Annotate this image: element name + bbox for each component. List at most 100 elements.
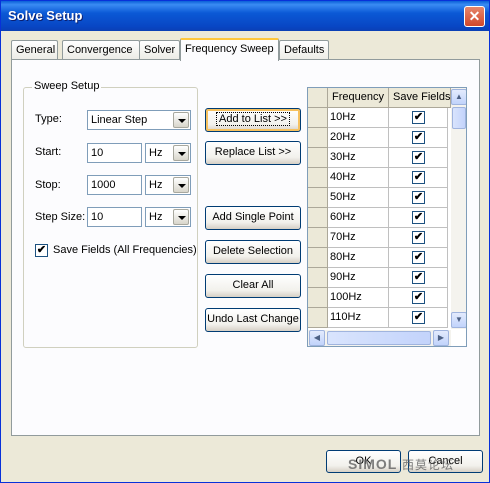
save-fields-cell[interactable]: ✔ [389, 168, 448, 188]
chevron-down-icon[interactable] [173, 145, 189, 161]
add-to-list-button[interactable]: Add to List >> [205, 108, 301, 132]
check-icon: ✔ [413, 231, 424, 243]
chevron-down-icon[interactable] [173, 112, 189, 128]
row-header[interactable] [308, 128, 328, 148]
row-header[interactable] [308, 268, 328, 288]
tab-defaults[interactable]: Defaults [279, 40, 329, 60]
row-header[interactable] [308, 168, 328, 188]
save-fields-row-checkbox[interactable]: ✔ [412, 271, 425, 284]
save-fields-cell[interactable]: ✔ [389, 128, 448, 148]
row-header[interactable] [308, 248, 328, 268]
tab-frequency-sweep[interactable]: Frequency Sweep [180, 38, 279, 61]
stop-unit-select[interactable]: Hz [145, 175, 191, 195]
scroll-right-button[interactable]: ▶ [433, 330, 449, 346]
vertical-scrollbar[interactable]: ▲ ▼ [451, 88, 466, 329]
chevron-down-icon[interactable] [173, 209, 189, 225]
scroll-right-icon: ▶ [437, 333, 445, 342]
frequency-cell[interactable]: 90Hz [328, 268, 389, 288]
table-row[interactable]: 110Hz ✔ [308, 308, 448, 328]
save-fields-row-checkbox[interactable]: ✔ [412, 311, 425, 324]
step-unit-select[interactable]: Hz [145, 207, 191, 227]
chevron-down-icon[interactable] [173, 177, 189, 193]
stop-input[interactable]: 1000 [87, 175, 142, 195]
save-fields-cell[interactable]: ✔ [389, 248, 448, 268]
scroll-down-button[interactable]: ▼ [451, 312, 466, 328]
add-single-point-button[interactable]: Add Single Point [205, 206, 301, 230]
replace-list-button[interactable]: Replace List >> [205, 141, 301, 165]
frequency-cell[interactable]: 10Hz [328, 108, 389, 128]
undo-last-change-button[interactable]: Undo Last Change [205, 308, 301, 332]
table-row[interactable]: 20Hz ✔ [308, 128, 448, 148]
save-fields-row-checkbox[interactable]: ✔ [412, 131, 425, 144]
start-input[interactable]: 10 [87, 143, 142, 163]
save-fields-checkbox[interactable]: ✔ [35, 244, 48, 257]
check-icon: ✔ [413, 251, 424, 263]
save-fields-cell[interactable]: ✔ [389, 148, 448, 168]
table-row[interactable]: 100Hz ✔ [308, 288, 448, 308]
save-fields-cell[interactable]: ✔ [389, 108, 448, 128]
sweep-setup-label: Sweep Setup [32, 80, 102, 92]
horizontal-scroll-thumb[interactable] [327, 331, 431, 345]
title-bar[interactable]: Solve Setup ✕ [1, 1, 489, 31]
save-fields-cell[interactable]: ✔ [389, 208, 448, 228]
scroll-up-button[interactable]: ▲ [451, 89, 466, 105]
clear-all-button[interactable]: Clear All [205, 274, 301, 298]
vertical-scroll-thumb[interactable] [452, 107, 466, 129]
frequency-cell[interactable]: 20Hz [328, 128, 389, 148]
frequency-cell[interactable]: 60Hz [328, 208, 389, 228]
save-fields-row-checkbox[interactable]: ✔ [412, 111, 425, 124]
frequency-cell[interactable]: 30Hz [328, 148, 389, 168]
table-row[interactable]: 60Hz ✔ [308, 208, 448, 228]
frequency-column-header[interactable]: Frequency [328, 88, 389, 108]
step-size-input[interactable]: 10 [87, 207, 142, 227]
row-header[interactable] [308, 208, 328, 228]
table-row[interactable]: 90Hz ✔ [308, 268, 448, 288]
start-label: Start: [35, 146, 62, 158]
save-fields-row-checkbox[interactable]: ✔ [412, 251, 425, 264]
frequency-cell[interactable]: 40Hz [328, 168, 389, 188]
save-fields-column-header[interactable]: Save Fields [389, 88, 451, 108]
save-fields-cell[interactable]: ✔ [389, 228, 448, 248]
table-row[interactable]: 40Hz ✔ [308, 168, 448, 188]
type-select[interactable]: Linear Step [87, 110, 191, 130]
save-fields-row-checkbox[interactable]: ✔ [412, 291, 425, 304]
frequency-cell[interactable]: 50Hz [328, 188, 389, 208]
frequency-cell[interactable]: 100Hz [328, 288, 389, 308]
tab-general[interactable]: General [11, 40, 58, 60]
save-fields-cell[interactable]: ✔ [389, 308, 448, 328]
scroll-left-button[interactable]: ◀ [309, 330, 325, 346]
save-fields-row-checkbox[interactable]: ✔ [412, 171, 425, 184]
save-fields-row-checkbox[interactable]: ✔ [412, 211, 425, 224]
close-button[interactable]: ✕ [464, 6, 485, 27]
check-icon: ✔ [413, 271, 424, 283]
tab-convergence[interactable]: Convergence [62, 40, 140, 60]
delete-selection-button[interactable]: Delete Selection [205, 240, 301, 264]
save-fields-row-checkbox[interactable]: ✔ [412, 231, 425, 244]
save-fields-cell[interactable]: ✔ [389, 268, 448, 288]
check-icon: ✔ [413, 211, 424, 223]
tab-solver[interactable]: Solver [139, 40, 180, 60]
row-header[interactable] [308, 308, 328, 328]
row-header[interactable] [308, 288, 328, 308]
save-fields-cell[interactable]: ✔ [389, 188, 448, 208]
frequency-grid[interactable]: Frequency Save Fields 10Hz ✔ 20Hz ✔ 30Hz ✔ 40H… [307, 87, 467, 347]
row-header[interactable] [308, 188, 328, 208]
table-row[interactable]: 70Hz ✔ [308, 228, 448, 248]
frequency-cell[interactable]: 80Hz [328, 248, 389, 268]
table-row[interactable]: 50Hz ✔ [308, 188, 448, 208]
scroll-left-icon: ◀ [313, 333, 321, 342]
save-fields-row-checkbox[interactable]: ✔ [412, 191, 425, 204]
start-unit-select[interactable]: Hz [145, 143, 191, 163]
frequency-cell[interactable]: 110Hz [328, 308, 389, 328]
table-row[interactable]: 80Hz ✔ [308, 248, 448, 268]
save-fields-cell[interactable]: ✔ [389, 288, 448, 308]
row-header[interactable] [308, 228, 328, 248]
check-icon: ✔ [413, 151, 424, 163]
table-row[interactable]: 30Hz ✔ [308, 148, 448, 168]
row-header[interactable] [308, 148, 328, 168]
save-fields-row-checkbox[interactable]: ✔ [412, 151, 425, 164]
table-row[interactable]: 10Hz ✔ [308, 108, 448, 128]
frequency-cell[interactable]: 70Hz [328, 228, 389, 248]
row-header[interactable] [308, 108, 328, 128]
horizontal-scrollbar[interactable]: ◀ ▶ [308, 330, 451, 346]
